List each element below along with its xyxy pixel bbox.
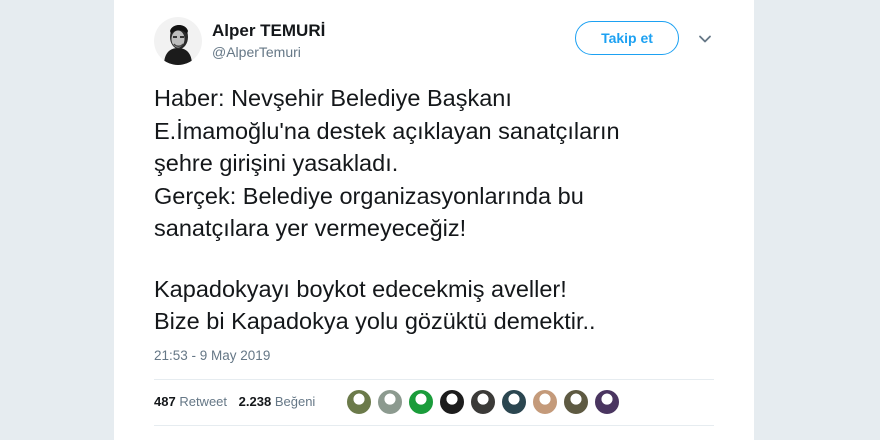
- retweet-count: 487: [154, 394, 176, 409]
- tweet-timestamp[interactable]: 21:53 - 9 May 2019: [154, 348, 270, 363]
- divider: [154, 379, 714, 380]
- tweet-line: sanatçılara yer vermeyeceğiz!: [154, 215, 467, 241]
- liker-avatar-8[interactable]: [563, 389, 589, 415]
- follow-button[interactable]: Takip et: [575, 21, 679, 55]
- retweet-label: Retweet: [179, 394, 228, 409]
- tweet-line: E.İmamoğlu'na destek açıklayan sanatçıla…: [154, 117, 620, 144]
- liker-avatar-4[interactable]: [439, 389, 465, 415]
- tweet-line: Bize bi Kapadokya yolu gözüktü demektir.…: [154, 308, 596, 334]
- tweet-line-break: [154, 245, 724, 273]
- liker-avatar-7[interactable]: [532, 389, 558, 415]
- tweet-line: Kapadokyayı boykot edecekmiş aveller!: [154, 275, 567, 302]
- liker-avatar-3[interactable]: [408, 389, 434, 415]
- tweet-stats: 487 Retweet 2.238 Beğeni: [154, 394, 323, 409]
- liker-avatar-1[interactable]: [346, 389, 372, 415]
- liker-avatar-9[interactable]: [594, 389, 620, 415]
- like-count: 2.238: [238, 394, 272, 409]
- tweet-line: şehre girişini yasakladı.: [154, 150, 399, 176]
- author-handle[interactable]: @AlperTemuri: [212, 44, 301, 60]
- tweet-line: Gerçek: Belediye organizasyonlarında bu: [154, 182, 584, 209]
- author-name[interactable]: Alper TEMURİ: [212, 21, 325, 41]
- liker-avatar-6[interactable]: [501, 389, 527, 415]
- chevron-down-icon[interactable]: [698, 32, 712, 46]
- divider: [154, 425, 714, 426]
- liker-avatar-5[interactable]: [470, 389, 496, 415]
- like-label: Beğeni: [274, 394, 316, 409]
- retweet-stat[interactable]: 487 Retweet: [154, 394, 227, 409]
- liker-avatars: [346, 389, 625, 415]
- tweet-card: Alper TEMURİ @AlperTemuri Takip et Haber…: [114, 0, 754, 440]
- liker-avatar-2[interactable]: [377, 389, 403, 415]
- author-avatar[interactable]: [154, 17, 202, 65]
- tweet-line: Haber: Nevşehir Belediye Başkanı: [154, 85, 512, 111]
- like-stat[interactable]: 2.238 Beğeni: [239, 394, 316, 409]
- tweet-text: Haber: Nevşehir Belediye Başkanı E.İmamo…: [154, 82, 724, 338]
